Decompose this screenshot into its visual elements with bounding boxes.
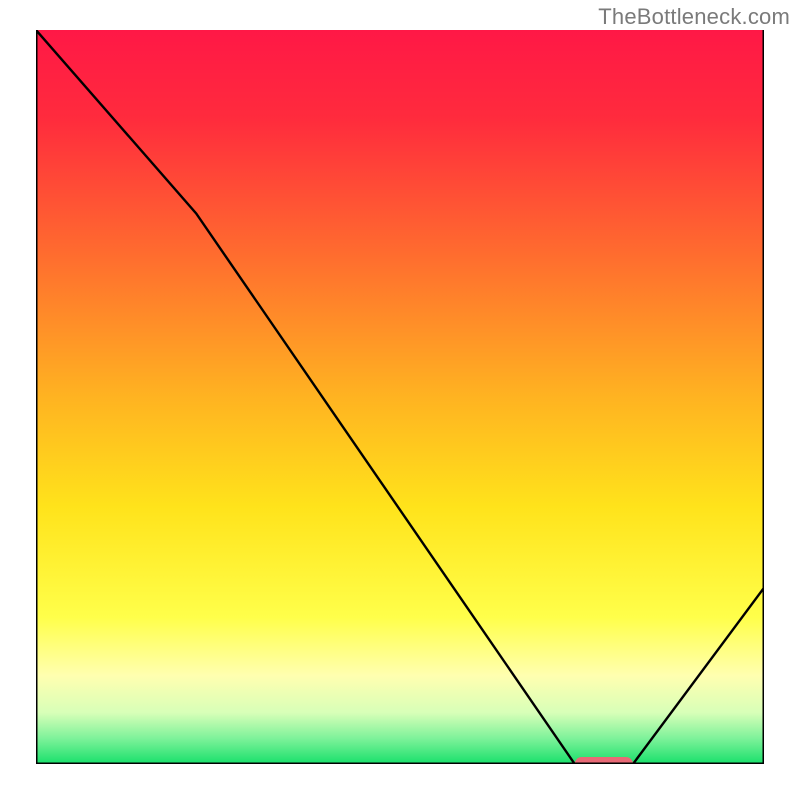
chart-container: { "watermark": "TheBottleneck.com", "cha…: [0, 0, 800, 800]
bottleneck-chart: [0, 0, 800, 800]
plot-area: [36, 30, 764, 771]
gradient-background: [36, 30, 764, 764]
